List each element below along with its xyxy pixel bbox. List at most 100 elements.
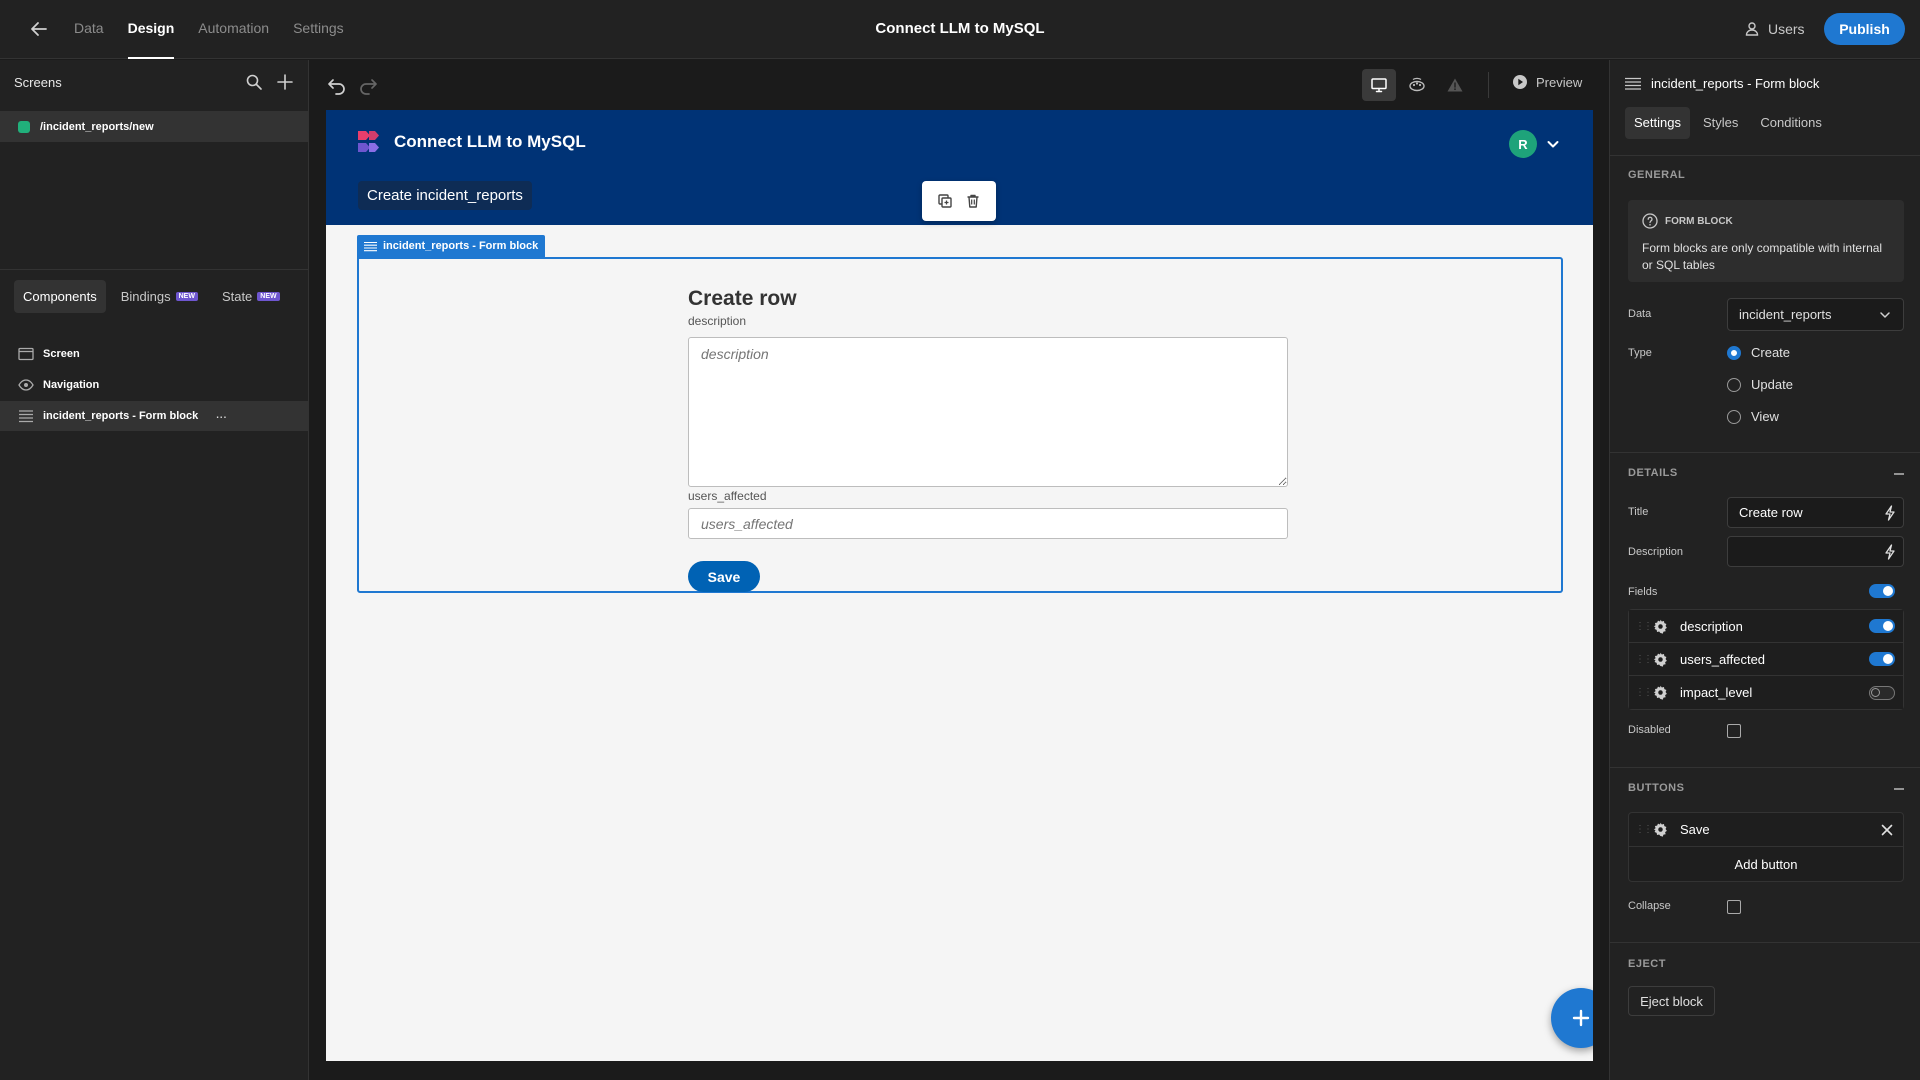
settings-panel: incident_reports - Form block Settings S… [1609,60,1920,1080]
type-radio-update[interactable]: Update [1727,377,1793,392]
button-name: Save [1680,822,1710,837]
tab-state[interactable]: State NEW [213,280,289,313]
drag-handle-icon[interactable]: ⋮⋮ [1635,621,1653,632]
users-label: Users [1768,21,1805,37]
field-item-impact-level[interactable]: ⋮⋮ impact_level [1629,676,1903,709]
nav-link-create-incident-reports[interactable]: Create incident_reports [358,181,532,210]
tab-bindings[interactable]: Bindings NEW [112,280,207,313]
duplicate-icon[interactable] [937,193,953,209]
toolbar-separator [1488,72,1489,98]
preview-button[interactable]: Preview [1512,74,1582,90]
theme-icon[interactable] [1400,69,1434,101]
field-name: description [1680,618,1743,634]
tab-settings[interactable]: Settings [1625,107,1690,139]
info-head: FORM BLOCK [1642,213,1733,229]
data-source-select[interactable]: incident_reports [1727,298,1904,331]
add-button[interactable]: Add button [1629,847,1903,881]
drag-handle-icon[interactable]: ⋮⋮ [1635,824,1653,835]
form-block[interactable]: Create row description users_affected Sa… [357,257,1563,593]
save-button[interactable]: Save [688,561,760,592]
collapse-icon[interactable] [1893,783,1905,795]
radio-button[interactable] [1727,409,1741,424]
close-icon[interactable] [1881,824,1893,836]
help-icon [1642,213,1658,229]
field-item-description[interactable]: ⋮⋮ description [1629,610,1903,643]
component-actions [922,181,996,221]
form-block-icon [1625,77,1641,90]
gear-icon[interactable] [1653,652,1668,667]
nav-tab-settings[interactable]: Settings [281,0,356,59]
description-input[interactable] [1727,536,1904,567]
tree-item-navigation[interactable]: Navigation [0,370,308,400]
binding-lightning-icon[interactable] [1883,543,1897,560]
type-radio-view[interactable]: View [1727,409,1779,424]
button-item-save[interactable]: ⋮⋮ Save [1629,813,1903,847]
nav-tab-automation[interactable]: Automation [186,0,281,59]
radio-label: View [1751,409,1779,424]
field-label-description: description [688,314,747,328]
form-block-tag[interactable]: incident_reports - Form block [357,235,546,257]
desktop-icon[interactable] [1362,69,1396,101]
tab-components[interactable]: Components [14,280,106,313]
radio-button[interactable] [1727,345,1741,360]
section-general-title: GENERAL [1628,169,1686,181]
button-list: ⋮⋮ Save Add button [1628,812,1904,882]
eject-block-button[interactable]: Eject block [1628,986,1715,1016]
nav-tab-data[interactable]: Data [62,0,116,59]
back-arrow-icon[interactable] [28,18,50,40]
left-panel: Screens /incident_reports/new Components… [0,60,309,1080]
tree-item-form-block[interactable]: incident_reports - Form block ··· [0,401,308,431]
preview-app-name: Connect LLM to MySQL [394,132,586,151]
description-textarea[interactable] [688,337,1288,487]
users-button[interactable]: Users [1745,18,1805,40]
tab-styles[interactable]: Styles [1694,107,1747,139]
app-navigation-bar[interactable]: Connect LLM to MySQL R Create incident_r… [326,110,1593,225]
divider [0,269,308,270]
budibase-logo-icon [357,130,383,156]
undo-icon[interactable] [326,74,348,96]
field-toggle[interactable] [1869,619,1895,633]
title-input[interactable]: Create row [1727,497,1904,528]
gear-icon[interactable] [1653,619,1668,634]
warning-icon[interactable] [1438,69,1472,101]
info-text: Form blocks are only compatible with int… [1642,241,1883,272]
collapse-checkbox[interactable] [1727,900,1741,914]
radio-button[interactable] [1727,377,1741,392]
collapse-icon[interactable] [1893,468,1905,480]
divider [1610,452,1920,453]
divider [1610,767,1920,768]
type-radio-create[interactable]: Create [1727,345,1790,360]
data-source-value: incident_reports [1739,307,1832,322]
trash-icon[interactable] [965,193,981,209]
publish-button[interactable]: Publish [1824,13,1905,45]
tree-label: Navigation [43,379,100,391]
redo-icon[interactable] [357,74,379,96]
eye-icon [18,379,34,391]
tab-components-label: Components [23,289,97,304]
users-affected-input[interactable] [688,508,1288,539]
field-item-users-affected[interactable]: ⋮⋮ users_affected [1629,643,1903,676]
field-toggle[interactable] [1869,652,1895,666]
title-value: Create row [1739,505,1803,520]
more-options-icon[interactable]: ··· [215,408,227,424]
field-name: users_affected [1680,651,1766,667]
screen-item-incident-reports-new[interactable]: /incident_reports/new [0,111,308,142]
collapse-label: Collapse [1628,900,1671,912]
tree-item-screen[interactable]: Screen [0,339,308,369]
gear-icon[interactable] [1653,685,1668,700]
chevron-down-icon[interactable] [1545,136,1561,152]
nav-tab-design[interactable]: Design [116,0,187,59]
gear-icon[interactable] [1653,822,1668,837]
field-toggle[interactable] [1869,685,1895,700]
drag-handle-icon[interactable]: ⋮⋮ [1635,687,1653,698]
avatar[interactable]: R [1509,130,1537,158]
tab-conditions[interactable]: Conditions [1751,107,1830,139]
binding-lightning-icon[interactable] [1883,504,1897,521]
disabled-checkbox[interactable] [1727,724,1741,738]
add-component-button[interactable] [1551,988,1593,1048]
search-icon[interactable] [245,73,263,91]
drag-handle-icon[interactable]: ⋮⋮ [1635,654,1653,665]
add-screen-icon[interactable] [276,73,294,91]
fields-toggle[interactable] [1869,584,1895,598]
divider [1610,155,1920,156]
